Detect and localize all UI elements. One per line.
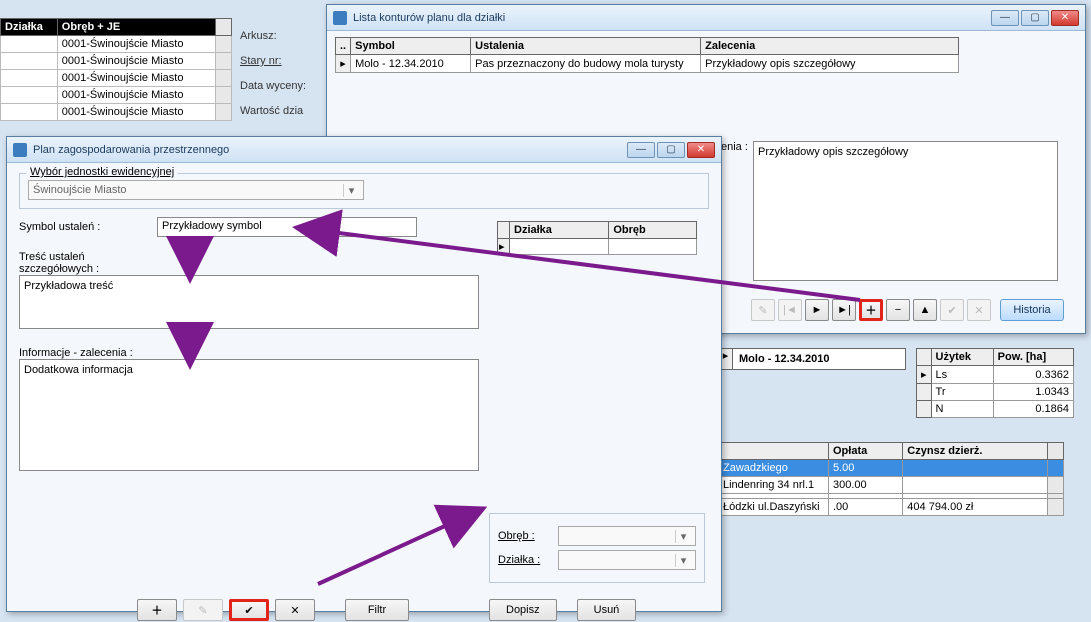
label-tresc: Treść ustaleń szczegółowych : bbox=[19, 251, 149, 275]
historia-button[interactable]: Historia bbox=[1000, 299, 1064, 321]
label-data-wyceny: Data wyceny: bbox=[240, 74, 306, 99]
label-symbol: Symbol ustaleń : bbox=[19, 221, 149, 233]
dzialka-combo[interactable]: ▾ bbox=[558, 550, 696, 570]
col-obreb: Obręb bbox=[609, 222, 697, 239]
col-uzytek: Użytek bbox=[931, 349, 993, 366]
confirm-button[interactable]: ✔ bbox=[229, 599, 269, 621]
close-button[interactable]: ✕ bbox=[1051, 10, 1079, 26]
maximize-button[interactable]: ▢ bbox=[657, 142, 685, 158]
selected-kontur-value: Molo - 12.34.2010 bbox=[733, 351, 836, 367]
minimize-button[interactable]: — bbox=[991, 10, 1019, 26]
col-zalecenia: Zalecenia bbox=[701, 38, 959, 55]
col-czynsz: Czynsz dzierż. bbox=[903, 443, 1048, 460]
col-marker: .. bbox=[336, 38, 351, 55]
col-symbol: Symbol bbox=[351, 38, 471, 55]
group-legend: Wybór jednostki ewidencyjnej bbox=[26, 166, 178, 178]
table-row[interactable]: Lindenring 34 nrl.1300.00 bbox=[719, 477, 1064, 494]
table-row[interactable]: ▸ bbox=[498, 239, 697, 255]
label-dzialka: Działka : bbox=[498, 554, 550, 566]
nav-up-button[interactable]: ▲ bbox=[913, 299, 937, 321]
group-obreb-dzialka: Obręb : ▾ Działka : ▾ bbox=[489, 513, 705, 583]
col-pow: Pow. [ha] bbox=[993, 349, 1073, 366]
table-row[interactable]: 0001-Świnoujście Miasto bbox=[57, 53, 215, 70]
obreb-combo[interactable]: ▾ bbox=[558, 526, 696, 546]
info-textarea[interactable]: Dodatkowa informacja bbox=[19, 359, 479, 471]
window-plan-zagospodarowania: Plan zagospodarowania przestrzennego — ▢… bbox=[6, 136, 722, 612]
label-obreb: Obręb : bbox=[498, 530, 550, 542]
dopisz-button[interactable]: Dopisz bbox=[489, 599, 557, 621]
chevron-down-icon: ▾ bbox=[343, 184, 359, 197]
window-title: Plan zagospodarowania przestrzennego bbox=[33, 144, 627, 156]
chevron-down-icon: ▾ bbox=[675, 554, 691, 567]
table-row[interactable]: 0001-Świnoujście Miasto bbox=[57, 70, 215, 87]
oplata-table: Opłata Czynsz dzierż. Zawadzkiego5.00 Li… bbox=[718, 442, 1064, 516]
app-icon bbox=[333, 11, 347, 25]
table-row[interactable]: Tr1.0343 bbox=[917, 384, 1074, 401]
table-row[interactable]: 0001-Świnoujście Miasto bbox=[57, 87, 215, 104]
scrollbar-icon[interactable] bbox=[216, 19, 232, 36]
col-dzialka: Działka bbox=[1, 19, 58, 36]
cell-ustalenia: Pas przeznaczony do budowy mola turysty bbox=[471, 55, 701, 73]
row-marker-icon: ▸ bbox=[336, 55, 351, 73]
table-row[interactable]: 0001-Świnoujście Miasto bbox=[57, 36, 215, 53]
col-obreb-je: Obręb + JE bbox=[57, 19, 215, 36]
jednostka-combo[interactable]: Świnoujście Miasto ▾ bbox=[28, 180, 364, 200]
add-button[interactable]: ＋ bbox=[137, 599, 177, 621]
col-oplata: Opłata bbox=[829, 443, 903, 460]
window-title: Lista konturów planu dla działki bbox=[353, 12, 991, 24]
chevron-down-icon: ▾ bbox=[675, 530, 691, 543]
symbol-input[interactable]: Przykładowy symbol bbox=[157, 217, 417, 237]
nav-last-button[interactable]: ►| bbox=[832, 299, 856, 321]
col-dzialka: Działka bbox=[510, 222, 609, 239]
close-button[interactable]: ✕ bbox=[687, 142, 715, 158]
cell-zalecenia: Przykładowy opis szczegółowy bbox=[701, 55, 959, 73]
label-arkusz: Arkusz: bbox=[240, 24, 306, 49]
tresc-textarea[interactable]: Przykładowa treść bbox=[19, 275, 479, 329]
dzialka-obreb-table: Działka Obręb ▸ bbox=[497, 221, 697, 255]
edit-button[interactable]: ✎ bbox=[183, 599, 223, 621]
nav-edit-button[interactable]: ✎ bbox=[751, 299, 775, 321]
background-parcel-table: Działka Obręb + JE 0001-Świnoujście Mias… bbox=[0, 18, 232, 121]
table-row[interactable]: 0001-Świnoujście Miasto bbox=[57, 104, 215, 121]
table-row[interactable]: Zawadzkiego5.00 bbox=[719, 460, 1064, 477]
nav-first-button[interactable]: |◄ bbox=[778, 299, 802, 321]
record-toolbar: ＋ ✎ ✔ ✕ Filtr bbox=[137, 599, 409, 621]
label-wartosc: Wartość dzia bbox=[240, 99, 306, 124]
nav-remove-button[interactable]: − bbox=[886, 299, 910, 321]
nav-next-button[interactable]: ► bbox=[805, 299, 829, 321]
background-labels: Arkusz: Stary nr: Data wyceny: Wartość d… bbox=[240, 24, 306, 124]
nav-confirm-button[interactable]: ✔ bbox=[940, 299, 964, 321]
group-jednostka: Wybór jednostki ewidencyjnej Świnoujście… bbox=[19, 173, 709, 209]
minimize-button[interactable]: — bbox=[627, 142, 655, 158]
opis-label: enia : bbox=[721, 141, 748, 153]
table-row[interactable]: N0.1864 bbox=[917, 401, 1074, 418]
maximize-button[interactable]: ▢ bbox=[1021, 10, 1049, 26]
opis-textarea[interactable]: Przykładowy opis szczegółowy bbox=[753, 141, 1058, 281]
navigator-toolbar: ✎ |◄ ► ►| ＋ − ▲ ✔ ✕ Historia bbox=[751, 299, 1064, 321]
kontury-table: .. Symbol Ustalenia Zalecenia ▸ Molo - 1… bbox=[335, 37, 959, 73]
app-icon bbox=[13, 143, 27, 157]
cancel-button[interactable]: ✕ bbox=[275, 599, 315, 621]
table-row[interactable]: Łódzki ul.Daszyński.00404 794.00 zł bbox=[719, 499, 1064, 516]
col-ustalenia: Ustalenia bbox=[471, 38, 701, 55]
selected-kontur-row[interactable]: ▸ Molo - 12.34.2010 bbox=[718, 348, 906, 370]
uzytek-table: Użytek Pow. [ha] ▸Ls0.3362 Tr1.0343 N0.1… bbox=[916, 348, 1074, 418]
filtr-button[interactable]: Filtr bbox=[345, 599, 409, 621]
table-row[interactable]: ▸Ls0.3362 bbox=[917, 366, 1074, 384]
label-info: Informacje - zalecenia : bbox=[19, 347, 149, 359]
cell-symbol: Molo - 12.34.2010 bbox=[351, 55, 471, 73]
usun-button[interactable]: Usuń bbox=[577, 599, 637, 621]
scrollbar-icon[interactable] bbox=[1048, 443, 1064, 460]
table-row[interactable]: ▸ Molo - 12.34.2010 Pas przeznaczony do … bbox=[336, 55, 959, 73]
label-stary-nr: Stary nr: bbox=[240, 55, 282, 67]
nav-add-button[interactable]: ＋ bbox=[859, 299, 883, 321]
nav-cancel-button[interactable]: ✕ bbox=[967, 299, 991, 321]
